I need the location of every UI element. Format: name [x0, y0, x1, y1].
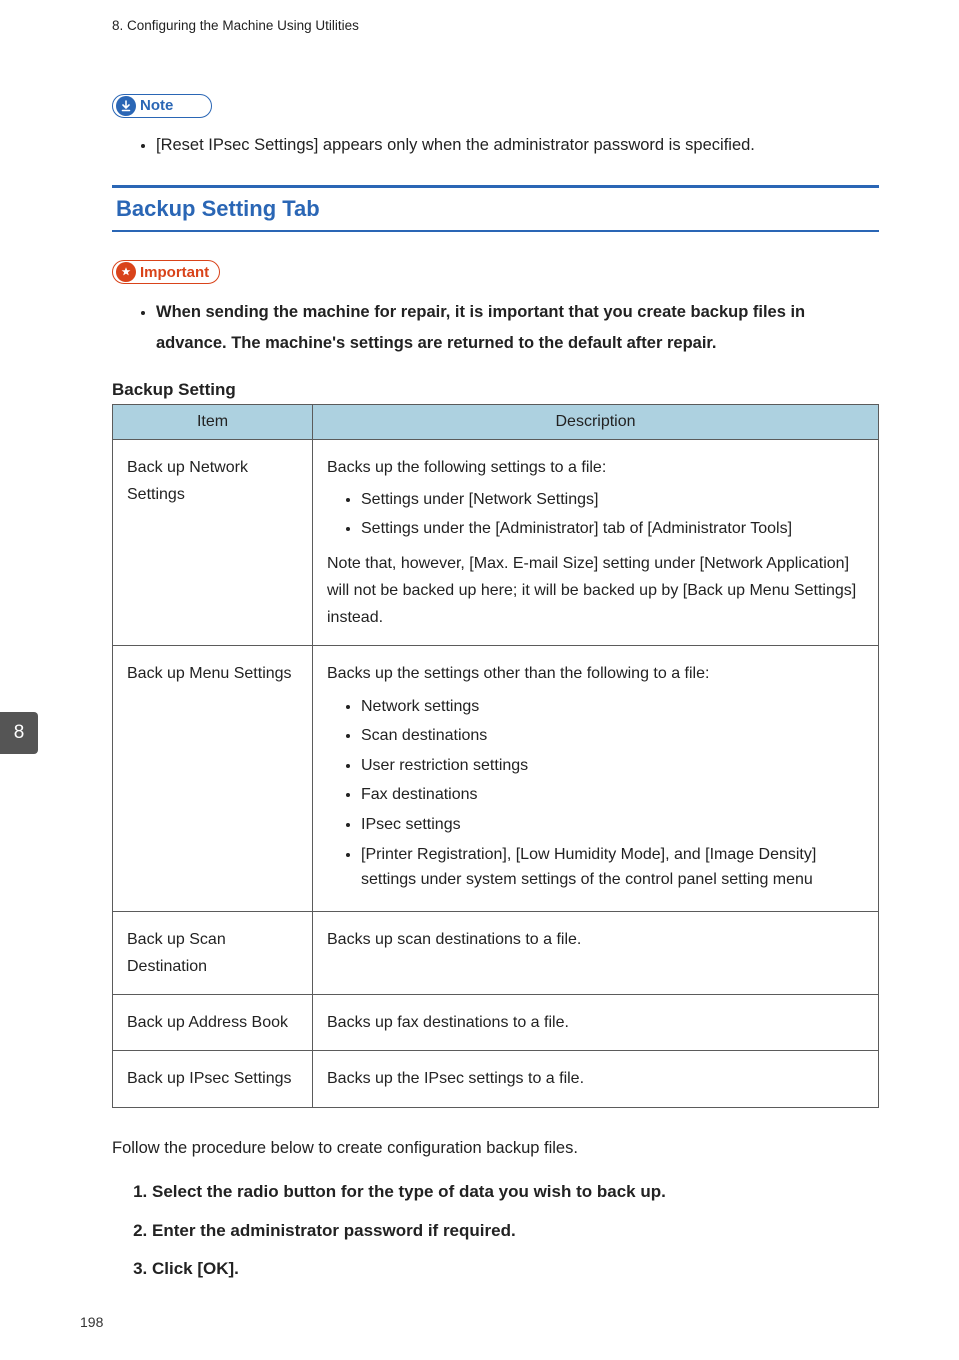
- important-pill: Important: [112, 260, 220, 284]
- arrow-down-circle-icon: [116, 96, 136, 116]
- important-label: Important: [140, 264, 209, 281]
- description-lead: Backs up the settings other than the fol…: [327, 660, 866, 687]
- list-item: Network settings: [361, 694, 866, 720]
- section-rule: [112, 230, 879, 232]
- table-row: Back up Scan Destination Backs up scan d…: [113, 911, 879, 994]
- table-row: Back up Menu Settings Backs up the setti…: [113, 646, 879, 911]
- description-cell: Backs up the IPsec settings to a file.: [313, 1051, 879, 1107]
- list-item: IPsec settings: [361, 812, 866, 838]
- page-content: 8. Configuring the Machine Using Utiliti…: [0, 0, 959, 1333]
- item-cell: Back up Scan Destination: [113, 911, 313, 994]
- table-row: Back up Address Book Backs up fax destin…: [113, 995, 879, 1051]
- table-row: Back up IPsec Settings Backs up the IPse…: [113, 1051, 879, 1107]
- step-item: Enter the administrator password if requ…: [152, 1216, 879, 1247]
- page-number: 198: [80, 1314, 103, 1330]
- step-item: Click [OK].: [152, 1254, 879, 1285]
- description-cell: Backs up the following settings to a fil…: [313, 439, 879, 646]
- description-cell: Backs up fax destinations to a file.: [313, 995, 879, 1051]
- description-cell: Backs up scan destinations to a file.: [313, 911, 879, 994]
- backup-settings-table: Item Description Back up Network Setting…: [112, 404, 879, 1108]
- important-items: When sending the machine for repair, it …: [112, 297, 879, 360]
- item-cell: Back up Menu Settings: [113, 646, 313, 911]
- procedure-steps: Select the radio button for the type of …: [112, 1177, 879, 1285]
- section-heading: Backup Setting Tab: [112, 190, 879, 228]
- star-circle-icon: [116, 262, 136, 282]
- note-label: Note: [140, 97, 173, 114]
- chapter-side-tab: 8: [0, 712, 38, 754]
- col-header-item: Item: [113, 404, 313, 439]
- after-table-text: Follow the procedure below to create con…: [112, 1134, 879, 1164]
- chapter-side-tab-number: 8: [14, 722, 25, 744]
- list-item: Scan destinations: [361, 723, 866, 749]
- item-cell: Back up IPsec Settings: [113, 1051, 313, 1107]
- item-cell: Back up Address Book: [113, 995, 313, 1051]
- description-cell: Backs up the settings other than the fol…: [313, 646, 879, 911]
- table-row: Back up Network Settings Backs up the fo…: [113, 439, 879, 646]
- description-lead: Backs up the following settings to a fil…: [327, 454, 866, 481]
- running-header: 8. Configuring the Machine Using Utiliti…: [112, 18, 879, 33]
- description-bullets: Network settings Scan destinations User …: [327, 694, 866, 893]
- description-note: Note that, however, [Max. E-mail Size] s…: [327, 550, 866, 632]
- note-items: [Reset IPsec Settings] appears only when…: [112, 130, 879, 161]
- note-item: [Reset IPsec Settings] appears only when…: [156, 130, 879, 161]
- description-bullets: Settings under [Network Settings] Settin…: [327, 487, 866, 542]
- table-caption: Backup Setting: [112, 380, 879, 400]
- note-pill: Note: [112, 94, 212, 118]
- item-cell: Back up Network Settings: [113, 439, 313, 646]
- list-item: Settings under [Network Settings]: [361, 487, 866, 513]
- step-item: Select the radio button for the type of …: [152, 1177, 879, 1208]
- important-item: When sending the machine for repair, it …: [156, 297, 879, 360]
- col-header-description: Description: [313, 404, 879, 439]
- list-item: Settings under the [Administrator] tab o…: [361, 516, 866, 542]
- important-callout: Important: [112, 260, 220, 285]
- table-header-row: Item Description: [113, 404, 879, 439]
- list-item: User restriction settings: [361, 753, 866, 779]
- list-item: [Printer Registration], [Low Humidity Mo…: [361, 842, 866, 893]
- section-heading-wrap: Backup Setting Tab: [112, 185, 879, 232]
- note-callout: Note: [112, 93, 212, 118]
- section-rule: [112, 185, 879, 188]
- list-item: Fax destinations: [361, 782, 866, 808]
